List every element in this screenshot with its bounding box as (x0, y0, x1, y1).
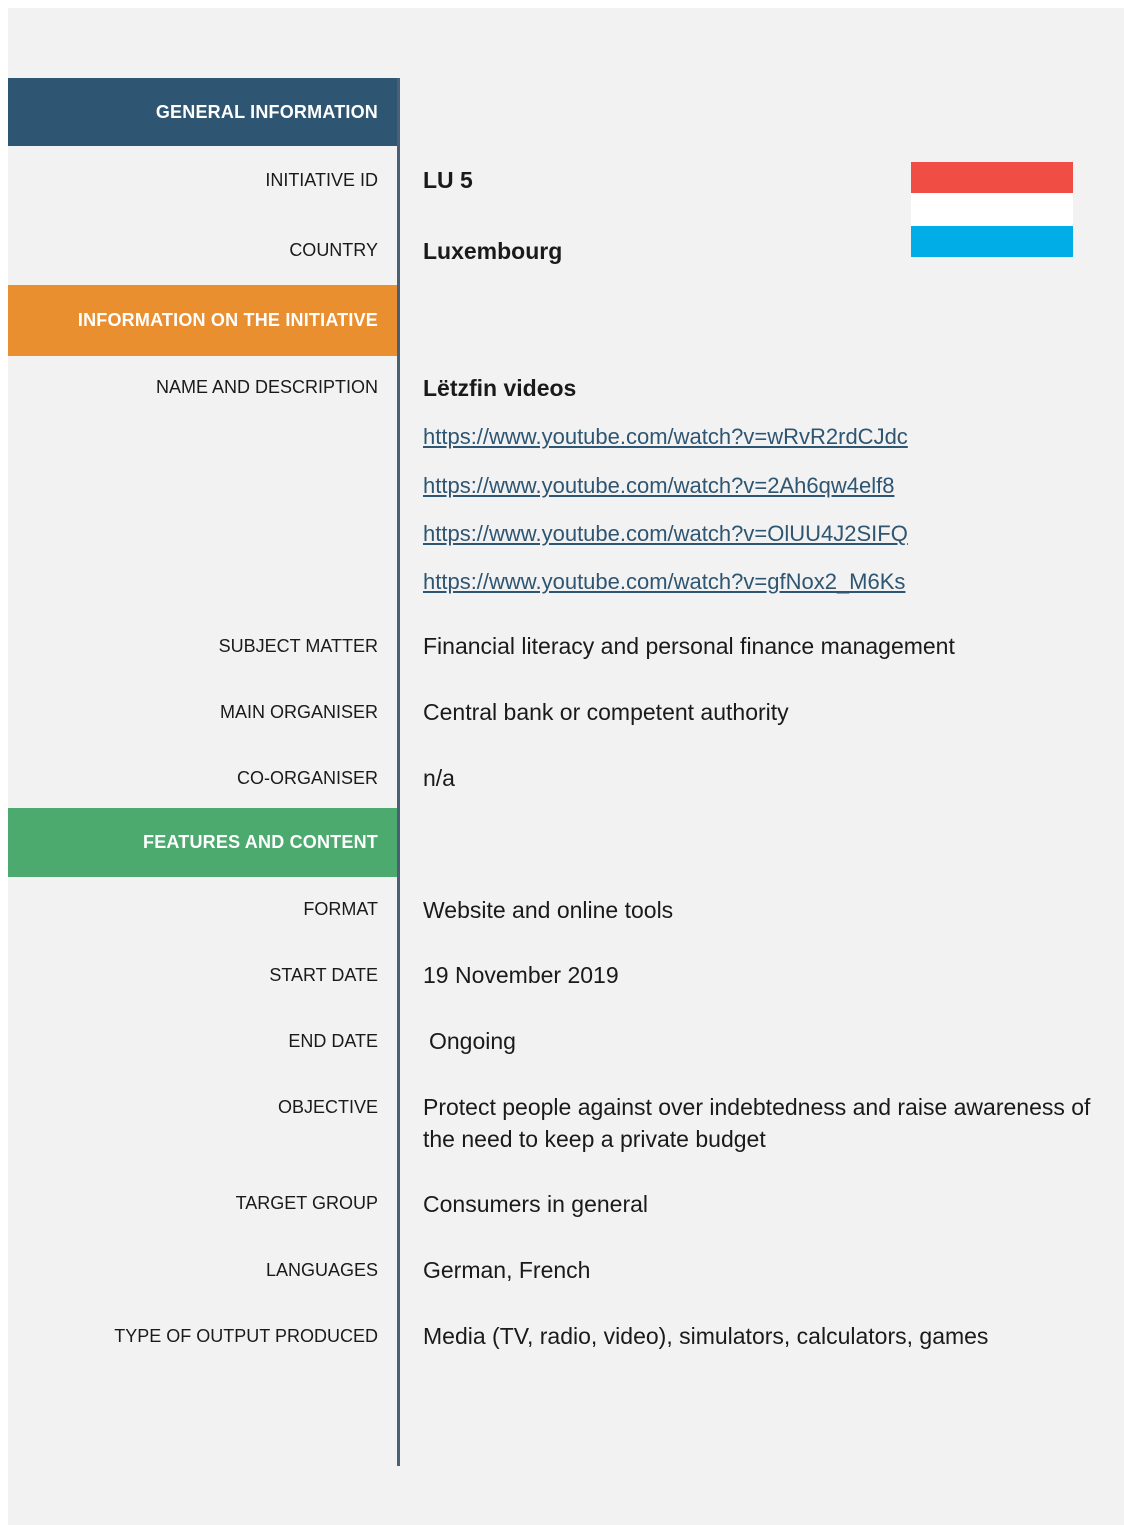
co-organiser-value: n/a (423, 765, 455, 791)
section-title: INFORMATION ON THE INITIATIVE (77, 310, 378, 330)
section-header-general-information: GENERAL INFORMATION (8, 78, 397, 146)
output-type-value: Media (TV, radio, video), simulators, ca… (423, 1323, 989, 1349)
objective-value: Protect people against over indebtedness… (423, 1094, 1091, 1152)
languages-value: German, French (423, 1257, 591, 1283)
main-organiser-value: Central bank or competent authority (423, 699, 789, 725)
section-title: GENERAL INFORMATION (155, 101, 378, 122)
end-date-value: Ongoing (429, 1028, 516, 1054)
name-description-label: NAME AND DESCRIPTION (155, 377, 378, 397)
video-link-2[interactable]: https://www.youtube.com/watch?v=2Ah6qw4e… (423, 471, 894, 501)
flag-white-stripe (911, 193, 1073, 226)
country-label: COUNTRY (289, 240, 378, 260)
vertical-divider (397, 78, 400, 1466)
end-date-label: END DATE (288, 1031, 378, 1051)
video-link-3[interactable]: https://www.youtube.com/watch?v=OlUU4J2S… (423, 519, 908, 549)
languages-label: LANGUAGES (265, 1260, 378, 1280)
start-date-value: 19 November 2019 (423, 962, 619, 988)
format-value: Website and online tools (423, 897, 674, 923)
luxembourg-flag (911, 162, 1073, 259)
video-link-4[interactable]: https://www.youtube.com/watch?v=gfNox2_M… (423, 567, 905, 597)
output-type-label: TYPE OF OUTPUT PRODUCED (114, 1326, 378, 1346)
flag-red-stripe (911, 162, 1073, 194)
subject-matter-value: Financial literacy and personal finance … (423, 633, 955, 659)
co-organiser-label: CO-ORGANISER (236, 768, 378, 788)
objective-label: OBJECTIVE (277, 1097, 378, 1117)
subject-matter-label: SUBJECT MATTER (218, 636, 378, 656)
target-group-label: TARGET GROUP (235, 1193, 378, 1213)
format-label: FORMAT (303, 899, 378, 919)
initiative-id-label: INITIATIVE ID (265, 170, 378, 190)
target-group-value: Consumers in general (423, 1191, 649, 1217)
section-title: FEATURES AND CONTENT (143, 832, 378, 852)
country-value: Luxembourg (423, 238, 563, 264)
name-description-value: Lëtzfin videos (423, 375, 577, 401)
initiative-id-value: LU 5 (423, 167, 473, 193)
start-date-label: START DATE (269, 965, 378, 985)
section-header-information-on-initiative: INFORMATION ON THE INITIATIVE (8, 285, 397, 356)
flag-blue-stripe (911, 225, 1073, 258)
main-organiser-label: MAIN ORGANISER (219, 702, 378, 722)
section-header-features-and-content: FEATURES AND CONTENT (8, 808, 397, 877)
video-link-1[interactable]: https://www.youtube.com/watch?v=wRvR2rdC… (423, 422, 908, 452)
